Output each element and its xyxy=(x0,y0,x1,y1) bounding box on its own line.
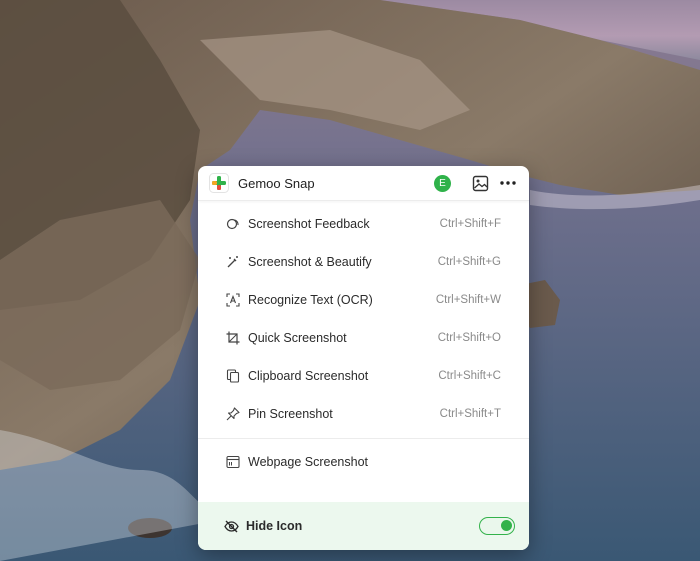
menu-item-pin-screenshot[interactable]: Pin Screenshot Ctrl+Shift+T xyxy=(198,395,529,433)
image-button[interactable] xyxy=(471,174,489,192)
image-icon xyxy=(472,175,488,191)
menu-item-webpage-screenshot[interactable]: Webpage Screenshot xyxy=(198,443,529,481)
desktop: Gemoo Snap E Screenshot Feedback Ctrl+Sh… xyxy=(0,0,700,561)
menu-item-label: Clipboard Screenshot xyxy=(248,369,369,383)
webpage-icon xyxy=(226,455,240,469)
app-logo-icon xyxy=(209,173,229,193)
menu-item-label: Screenshot & Beautify xyxy=(248,255,372,269)
ocr-icon xyxy=(226,293,240,307)
menu-item-label: Webpage Screenshot xyxy=(248,455,368,469)
hide-icon-toggle[interactable] xyxy=(479,517,515,535)
popup-header: Gemoo Snap E xyxy=(198,166,529,201)
menu-item-label: Recognize Text (OCR) xyxy=(248,293,373,307)
menu-item-shortcut: Ctrl+Shift+T xyxy=(439,408,501,420)
menu-item-screenshot-beautify[interactable]: Screenshot & Beautify Ctrl+Shift+G xyxy=(198,243,529,281)
more-button[interactable] xyxy=(499,174,517,192)
header-actions: E xyxy=(434,174,517,192)
menu-item-shortcut: Ctrl+Shift+F xyxy=(439,218,501,230)
menu-item-label: Pin Screenshot xyxy=(248,407,333,421)
menu: Screenshot Feedback Ctrl+Shift+F Screens… xyxy=(198,201,529,481)
menu-divider xyxy=(198,438,529,439)
eye-off-icon xyxy=(224,520,239,532)
app-title: Gemoo Snap xyxy=(238,175,315,191)
menu-item-shortcut: Ctrl+Shift+G xyxy=(437,256,501,268)
magic-wand-icon xyxy=(226,255,240,269)
pin-icon xyxy=(226,407,240,421)
hide-icon-row: Hide Icon xyxy=(198,502,529,550)
menu-item-recognize-text[interactable]: Recognize Text (OCR) Ctrl+Shift+W xyxy=(198,281,529,319)
menu-item-clipboard-screenshot[interactable]: Clipboard Screenshot Ctrl+Shift+C xyxy=(198,357,529,395)
menu-item-label: Screenshot Feedback xyxy=(248,217,370,231)
menu-item-shortcut: Ctrl+Shift+C xyxy=(438,370,501,382)
clipboard-icon xyxy=(226,369,240,383)
user-avatar[interactable]: E xyxy=(434,174,451,192)
toggle-knob xyxy=(501,520,512,531)
menu-item-shortcut: Ctrl+Shift+W xyxy=(435,294,501,306)
menu-item-label: Quick Screenshot xyxy=(248,331,347,345)
hide-icon-label: Hide Icon xyxy=(246,519,303,533)
more-icon xyxy=(500,181,516,185)
gemoo-snap-popup: Gemoo Snap E Screenshot Feedback Ctrl+Sh… xyxy=(198,166,529,550)
menu-item-quick-screenshot[interactable]: Quick Screenshot Ctrl+Shift+O xyxy=(198,319,529,357)
crop-icon xyxy=(226,331,240,345)
menu-item-shortcut: Ctrl+Shift+O xyxy=(437,332,501,344)
feedback-icon xyxy=(226,217,240,231)
menu-item-screenshot-feedback[interactable]: Screenshot Feedback Ctrl+Shift+F xyxy=(198,205,529,243)
